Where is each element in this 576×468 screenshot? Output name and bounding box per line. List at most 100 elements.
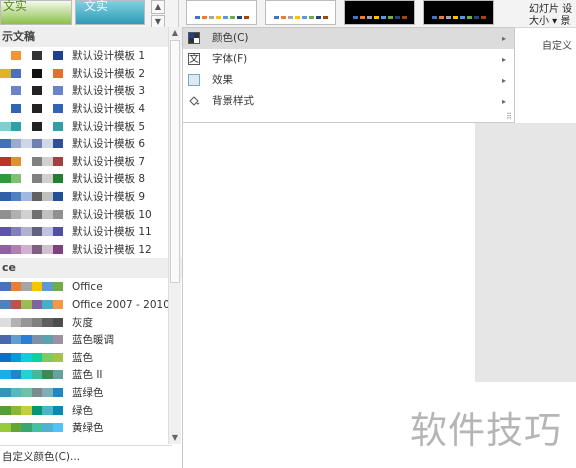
color-swatch	[0, 139, 11, 149]
color-swatch	[42, 104, 53, 114]
color-swatch	[52, 352, 63, 362]
color-swatch	[52, 192, 63, 202]
variant-thumbnail-4[interactable]	[423, 0, 494, 25]
color-swatch	[21, 104, 32, 114]
document-theme-list: 默认设计模板 1 默认设计模板 2 默认设计模板 3 默认设计模板 4 默认设计模板 5…	[0, 47, 182, 258]
variant-thumbnail-3[interactable]	[344, 0, 415, 25]
color-swatch	[0, 244, 11, 254]
color-swatch	[0, 387, 11, 397]
theme-color-item[interactable]: 默认设计模板 7	[0, 153, 182, 171]
gallery-scroll-up[interactable]: ▲	[151, 0, 165, 14]
scrollbar-thumb[interactable]	[170, 40, 180, 283]
color-swatch	[10, 405, 21, 415]
color-swatch	[21, 227, 32, 237]
theme-color-item[interactable]: 灰度	[0, 313, 182, 331]
color-swatch	[31, 174, 42, 184]
colors-gallery: 示文稿 默认设计模板 1 默认设计模板 2 默认设计模板 3 默认设计模板 4 默认设计…	[0, 27, 183, 468]
color-swatch	[0, 192, 11, 202]
theme-color-item[interactable]: 黄绿色	[0, 419, 182, 437]
variant-thumbnail-1[interactable]	[186, 0, 257, 25]
color-swatch	[52, 387, 63, 397]
color-swatch	[0, 423, 11, 433]
color-swatch	[10, 282, 21, 292]
theme-color-item[interactable]: 默认设计模板 3	[0, 82, 182, 100]
theme-color-item[interactable]: 蓝色 II	[0, 366, 182, 384]
theme-color-item[interactable]: 默认设计模板 9	[0, 188, 182, 206]
theme-thumbnail-teal[interactable]: 文实	[75, 0, 145, 25]
color-swatch-bar	[0, 423, 63, 433]
theme-label: 默认设计模板 10	[72, 208, 152, 221]
color-swatch	[31, 139, 42, 149]
theme-color-item[interactable]: 蓝色	[0, 349, 182, 367]
color-swatch	[21, 192, 32, 202]
color-swatch	[52, 174, 63, 184]
color-swatch	[10, 423, 21, 433]
theme-color-item[interactable]: Office 2007 - 2010	[0, 296, 182, 314]
slide-size-button[interactable]: 幻灯片 设 大小 ▾ 景	[529, 4, 572, 28]
menu-item-background-styles[interactable]: 背景样式 ▸	[183, 91, 514, 112]
menu-item-effects[interactable]: 效果 ▸	[183, 70, 514, 91]
theme-color-item[interactable]: Office	[0, 278, 182, 296]
color-swatch	[0, 227, 11, 237]
color-swatch	[21, 51, 32, 61]
gallery-vertical-scrollbar[interactable]: ▲ ▼	[168, 27, 181, 444]
color-swatch	[10, 300, 21, 310]
color-swatch-bar	[0, 156, 63, 166]
color-swatch	[42, 227, 53, 237]
resize-grip-icon[interactable]: ⠿	[506, 112, 512, 121]
theme-label: 默认设计模板 1	[72, 50, 146, 63]
color-swatch	[0, 352, 11, 362]
theme-color-item[interactable]: 默认设计模板 2	[0, 65, 182, 83]
theme-color-item[interactable]: 默认设计模板 12	[0, 241, 182, 259]
color-swatch	[42, 121, 53, 131]
theme-color-item[interactable]: 蓝色暖调	[0, 331, 182, 349]
variant-swatches	[353, 16, 407, 19]
office-theme-list: Office Office 2007 - 2010 灰度 蓝色暖调 蓝色 蓝色 II 蓝绿色…	[0, 278, 182, 436]
color-swatch	[0, 335, 11, 345]
submenu-arrow-icon: ▸	[501, 34, 506, 43]
theme-label: 默认设计模板 11	[72, 226, 152, 239]
color-swatch	[42, 244, 53, 254]
theme-color-item[interactable]: 默认设计模板 5	[0, 117, 182, 135]
color-swatch	[42, 192, 53, 202]
theme-label: 默认设计模板 12	[72, 243, 152, 256]
color-swatch	[10, 192, 21, 202]
theme-color-item[interactable]: 默认设计模板 4	[0, 100, 182, 118]
theme-color-item[interactable]: 默认设计模板 10	[0, 205, 182, 223]
color-swatch-bar	[0, 139, 63, 149]
theme-color-item[interactable]: 默认设计模板 6	[0, 135, 182, 153]
variant-thumbnail-2[interactable]	[265, 0, 336, 25]
theme-color-item[interactable]: 默认设计模板 1	[0, 47, 182, 65]
ribbon-divider	[178, 0, 179, 27]
scroll-up-icon[interactable]: ▲	[169, 27, 181, 39]
variant-swatches	[432, 16, 486, 19]
color-swatch	[52, 405, 63, 415]
color-swatch-bar	[0, 68, 63, 78]
color-swatch	[42, 423, 53, 433]
color-swatch	[21, 405, 32, 415]
theme-label: 黄绿色	[72, 422, 104, 435]
submenu-arrow-icon: ▸	[501, 97, 506, 106]
color-swatch	[31, 156, 42, 166]
theme-color-item[interactable]: 默认设计模板 11	[0, 223, 182, 241]
theme-thumbnail-green[interactable]: 文实	[0, 0, 72, 25]
color-swatch	[10, 174, 21, 184]
scroll-down-icon[interactable]: ▼	[169, 432, 181, 444]
gallery-scroll: ▲ ▼	[151, 0, 165, 29]
menu-item-colors[interactable]: 颜色(C) ▸	[183, 28, 514, 49]
color-swatch	[21, 68, 32, 78]
color-swatch-bar	[0, 282, 63, 292]
menu-item-label: 效果	[212, 74, 233, 86]
theme-label: 默认设计模板 7	[72, 155, 146, 168]
theme-color-item[interactable]: 蓝绿色	[0, 384, 182, 402]
color-swatch	[31, 423, 42, 433]
color-swatch	[21, 174, 32, 184]
color-swatch	[21, 209, 32, 219]
theme-color-item[interactable]: 绿色	[0, 401, 182, 419]
theme-color-item[interactable]: 默认设计模板 8	[0, 170, 182, 188]
custom-colors-button[interactable]: 自定义颜色(C)...	[0, 445, 172, 468]
color-swatch	[31, 68, 42, 78]
menu-item-fonts[interactable]: 文 字体(F) ▸	[183, 49, 514, 70]
color-swatch	[21, 370, 32, 380]
color-swatch	[0, 405, 11, 415]
